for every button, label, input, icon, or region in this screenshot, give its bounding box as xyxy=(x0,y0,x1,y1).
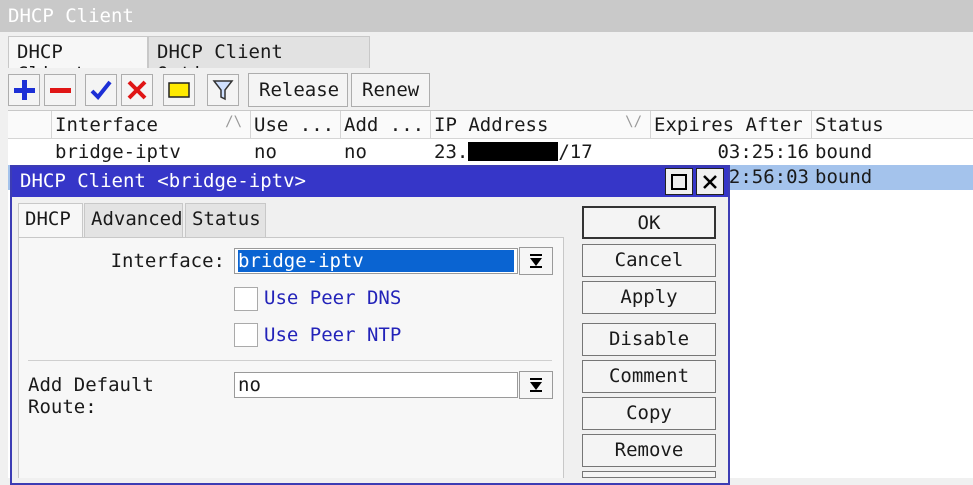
column-header-use-peer[interactable]: Use ... xyxy=(251,111,341,139)
table-row-ip-address[interactable]: 23./17 xyxy=(431,140,651,165)
tab-advanced[interactable]: Advanced xyxy=(84,203,183,237)
dropdown-arrow-icon xyxy=(530,378,542,392)
close-button[interactable] xyxy=(696,168,724,195)
copy-button[interactable]: Copy xyxy=(582,397,716,430)
use-peer-dns-checkbox[interactable] xyxy=(234,287,258,311)
remove-button[interactable]: Remove xyxy=(582,434,716,467)
default-route-field[interactable]: no xyxy=(234,372,518,398)
column-header-ip-address[interactable]: IP Address \/ xyxy=(431,111,651,139)
checkmark-icon xyxy=(90,80,112,100)
table-row-add-route[interactable]: no xyxy=(341,140,431,165)
window-title: DHCP Client xyxy=(0,0,973,32)
next-button-partial[interactable] xyxy=(582,471,716,478)
apply-button[interactable]: Apply xyxy=(582,281,716,314)
use-peer-ntp-label: Use Peer NTP xyxy=(264,324,402,346)
renew-button[interactable]: Renew xyxy=(351,73,430,107)
dialog-title: DHCP Client <bridge-iptv> xyxy=(12,167,728,197)
tab-dhcp-client[interactable]: DHCP Client xyxy=(8,36,148,85)
column-header-status[interactable]: Status xyxy=(812,111,973,139)
table-row-status[interactable]: bound xyxy=(812,165,973,190)
filter-icon xyxy=(212,80,234,101)
tab-dhcp[interactable]: DHCP xyxy=(18,203,83,239)
filter-button[interactable] xyxy=(207,74,239,106)
comment-button[interactable]: Comment xyxy=(582,360,716,393)
disable-button[interactable]: Disable xyxy=(582,323,716,356)
use-peer-dns-label: Use Peer DNS xyxy=(264,287,402,309)
interface-label: Interface: xyxy=(110,250,225,272)
table-row-use-peer[interactable]: no xyxy=(251,140,341,165)
sort-asc-icon: /\ xyxy=(225,114,242,130)
redacted-block xyxy=(468,142,559,161)
minus-icon xyxy=(50,88,71,93)
release-button[interactable]: Release xyxy=(248,73,348,107)
cancel-button[interactable]: Cancel xyxy=(582,244,716,277)
ok-button[interactable]: OK xyxy=(582,206,716,239)
column-header-add-route[interactable]: Add ... xyxy=(341,111,431,139)
use-peer-ntp-checkbox[interactable] xyxy=(234,323,258,347)
enable-button[interactable] xyxy=(85,74,117,106)
maximize-button[interactable] xyxy=(665,168,693,195)
default-route-label: Add Default Route: xyxy=(28,374,154,418)
cross-icon xyxy=(127,80,147,100)
add-button[interactable] xyxy=(8,74,40,106)
tab-dhcp-client-options[interactable]: DHCP Client Options xyxy=(148,36,370,85)
dropdown-arrow-icon xyxy=(530,254,542,268)
interface-field[interactable]: bridge-iptv xyxy=(234,248,518,274)
column-header-interface[interactable]: Interface/\ xyxy=(52,111,251,139)
remove-button[interactable] xyxy=(44,74,76,106)
table-row-expires[interactable]: 03:25:16 xyxy=(651,140,812,165)
table-row-interface[interactable]: bridge-iptv xyxy=(52,140,251,165)
plus-icon xyxy=(14,80,35,100)
divider xyxy=(28,360,552,361)
maximize-icon xyxy=(671,173,687,190)
close-icon xyxy=(703,174,717,189)
note-icon xyxy=(168,82,190,98)
interface-dropdown[interactable] xyxy=(519,247,553,275)
comment-button[interactable] xyxy=(163,74,195,106)
disable-button[interactable] xyxy=(121,74,153,106)
tab-status[interactable]: Status xyxy=(185,203,266,237)
column-header-expires-after[interactable]: Expires After xyxy=(651,111,812,139)
column-header-blank xyxy=(8,111,52,139)
default-route-dropdown[interactable] xyxy=(519,371,553,399)
table-row-status[interactable]: bound xyxy=(812,140,973,165)
sort-desc-icon: \/ xyxy=(625,114,642,130)
